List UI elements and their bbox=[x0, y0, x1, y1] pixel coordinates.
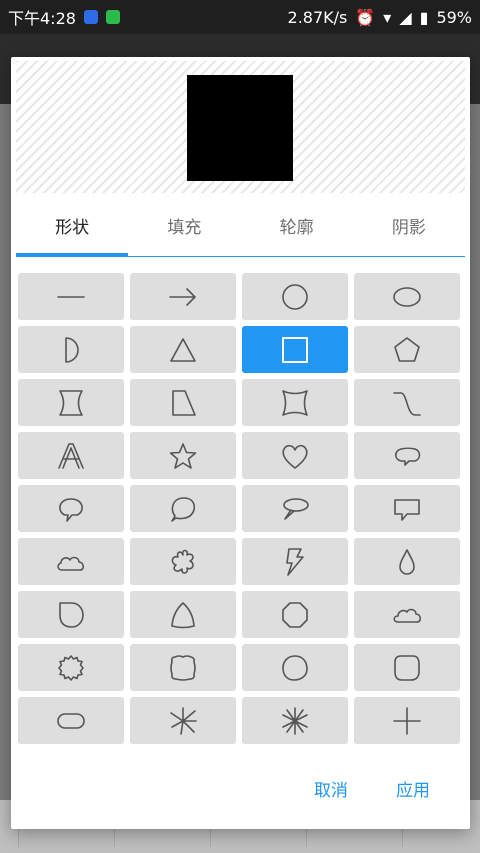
tab-bar: 形状 填充 轮廓 阴影 bbox=[16, 207, 465, 257]
shape-rect-callout-button[interactable] bbox=[354, 485, 460, 532]
rounded-square-icon bbox=[394, 654, 420, 681]
thought-bubble-icon bbox=[283, 497, 309, 520]
lightning-icon bbox=[286, 547, 304, 576]
shape-pentagon-button[interactable] bbox=[354, 326, 460, 373]
asterisk-icon bbox=[282, 706, 308, 735]
heart-icon bbox=[282, 444, 308, 469]
scalloped-square-icon bbox=[170, 654, 196, 681]
app-notification-icon bbox=[83, 10, 98, 24]
shape-letter-a-button[interactable] bbox=[18, 432, 124, 479]
shape-burst-button[interactable] bbox=[130, 697, 236, 744]
ellipse-icon bbox=[393, 286, 421, 307]
speech-oval-icon bbox=[394, 446, 421, 466]
shape-dialog: 形状 填充 轮廓 阴影 取消 应用 bbox=[11, 57, 470, 829]
square-icon bbox=[282, 336, 308, 363]
shape-preview bbox=[16, 61, 465, 193]
seal-icon bbox=[58, 654, 84, 681]
shape-scalloped-square-button[interactable] bbox=[130, 644, 236, 691]
shape-asterisk-button[interactable] bbox=[242, 697, 348, 744]
d-shape-icon bbox=[59, 601, 84, 628]
alarm-icon: ⏰ bbox=[355, 7, 376, 27]
signal-icon: ◢ bbox=[399, 7, 412, 27]
trapezoid-icon bbox=[172, 389, 196, 416]
shape-s-curve-button[interactable] bbox=[354, 379, 460, 426]
cancel-button[interactable]: 取消 bbox=[314, 776, 348, 801]
concave-square-icon bbox=[282, 389, 308, 416]
shape-triangle-button[interactable] bbox=[130, 326, 236, 373]
shape-reuleaux-triangle-button[interactable] bbox=[130, 591, 236, 638]
s-curve-icon bbox=[393, 391, 421, 416]
network-speed: 2.87K/s bbox=[287, 7, 348, 27]
rect-callout-icon bbox=[394, 498, 420, 521]
cross-icon bbox=[393, 706, 421, 735]
shape-pill-button[interactable] bbox=[18, 697, 124, 744]
shape-flower-button[interactable] bbox=[130, 538, 236, 585]
pill-icon bbox=[57, 712, 85, 729]
shape-d-shape-button[interactable] bbox=[18, 591, 124, 638]
tab-outline[interactable]: 轮廓 bbox=[241, 207, 353, 256]
shape-concave-square-button[interactable] bbox=[242, 379, 348, 426]
half-circle-icon bbox=[65, 336, 79, 363]
tab-fill[interactable]: 填充 bbox=[128, 207, 240, 256]
shape-circle-button[interactable] bbox=[242, 273, 348, 320]
message-notification-icon bbox=[105, 10, 120, 24]
shape-blob-circle-button[interactable] bbox=[242, 644, 348, 691]
octagon-icon bbox=[282, 601, 308, 628]
circle-icon bbox=[282, 283, 308, 310]
status-bar: 下午4:28 2.87K/s ⏰ ▾ ◢ ▮ 59% bbox=[0, 0, 480, 34]
shape-cross-button[interactable] bbox=[354, 697, 460, 744]
pentagon-icon bbox=[394, 336, 420, 362]
blob-circle-icon bbox=[282, 654, 308, 681]
shape-rounded-square-button[interactable] bbox=[354, 644, 460, 691]
shape-arrow-button[interactable] bbox=[130, 273, 236, 320]
shape-ellipse-button[interactable] bbox=[354, 273, 460, 320]
drop-icon bbox=[399, 548, 415, 575]
shape-grid bbox=[18, 273, 462, 744]
shape-star-button[interactable] bbox=[130, 432, 236, 479]
status-time: 下午4:28 bbox=[8, 9, 76, 28]
shape-cloud-button[interactable] bbox=[18, 538, 124, 585]
shape-hourglass-button[interactable] bbox=[18, 379, 124, 426]
shape-trapezoid-button[interactable] bbox=[130, 379, 236, 426]
star-icon bbox=[169, 442, 197, 469]
battery-level: 59% bbox=[436, 7, 472, 27]
triangle-icon bbox=[170, 337, 196, 362]
shape-round-bubble-button[interactable] bbox=[130, 485, 236, 532]
apply-button[interactable]: 应用 bbox=[396, 776, 430, 801]
cloud-small-icon bbox=[393, 608, 422, 623]
line-icon bbox=[57, 295, 85, 298]
preview-shape bbox=[187, 75, 293, 181]
shape-speech-bubble-button[interactable] bbox=[18, 485, 124, 532]
shape-octagon-button[interactable] bbox=[242, 591, 348, 638]
round-bubble-icon bbox=[171, 496, 196, 522]
battery-icon: ▮ bbox=[419, 7, 429, 27]
speech-bubble-icon bbox=[59, 497, 83, 522]
tab-shadow[interactable]: 阴影 bbox=[353, 207, 465, 256]
dialog-actions: 取消 应用 bbox=[314, 776, 430, 801]
flower-icon bbox=[171, 549, 194, 574]
shape-thought-bubble-button[interactable] bbox=[242, 485, 348, 532]
tab-shape[interactable]: 形状 bbox=[16, 207, 129, 257]
letter-a-icon bbox=[58, 442, 84, 469]
reuleaux-triangle-icon bbox=[171, 601, 195, 628]
shape-seal-button[interactable] bbox=[18, 644, 124, 691]
burst-icon bbox=[170, 706, 197, 735]
cloud-icon bbox=[57, 556, 85, 571]
shape-heart-button[interactable] bbox=[242, 432, 348, 479]
shape-speech-oval-button[interactable] bbox=[354, 432, 460, 479]
wifi-icon: ▾ bbox=[383, 7, 392, 27]
shape-lightning-button[interactable] bbox=[242, 538, 348, 585]
arrow-icon bbox=[169, 287, 196, 306]
shape-line-button[interactable] bbox=[18, 273, 124, 320]
shape-cloud-small-button[interactable] bbox=[354, 591, 460, 638]
shape-square-button[interactable] bbox=[242, 326, 348, 373]
hourglass-icon bbox=[59, 389, 83, 416]
shape-half-circle-button[interactable] bbox=[18, 326, 124, 373]
shape-drop-button[interactable] bbox=[354, 538, 460, 585]
